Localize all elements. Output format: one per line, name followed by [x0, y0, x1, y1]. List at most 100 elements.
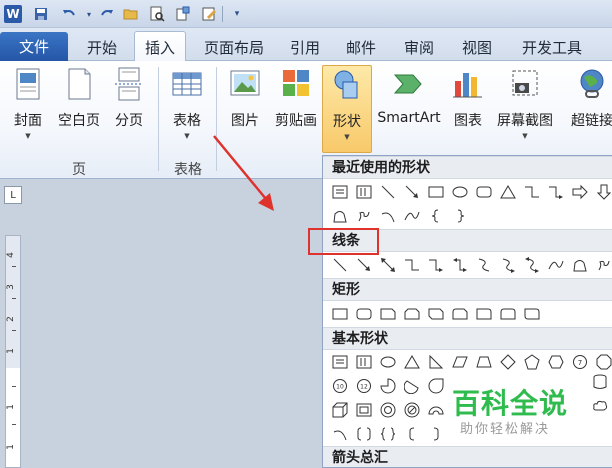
arc-shape-icon[interactable]	[328, 423, 352, 445]
line-shape-icon[interactable]	[328, 254, 352, 276]
page-break-button[interactable]: 分页	[108, 65, 150, 153]
down-arrow-shape-icon[interactable]	[592, 181, 612, 203]
vertical-textbox-shape-icon[interactable]	[352, 351, 376, 373]
customize-quick-access-icon[interactable]: ▾	[228, 5, 246, 23]
quick-access-separator	[222, 6, 223, 22]
hyperlink-button[interactable]: 超链接	[564, 65, 612, 153]
word-logo-icon[interactable]: W	[4, 5, 22, 23]
rectangle-shape-icon[interactable]	[328, 303, 352, 325]
rectangle-shape-icon[interactable]	[424, 181, 448, 203]
oval-shape-icon[interactable]	[448, 181, 472, 203]
curved-double-arrow-connector-shape-icon[interactable]	[520, 254, 544, 276]
elbow-connector-shape-icon[interactable]	[400, 254, 424, 276]
line-shape-icon[interactable]	[376, 181, 400, 203]
tab-mailings[interactable]: 邮件	[338, 33, 384, 61]
redo-icon[interactable]	[98, 5, 116, 23]
donut-shape-icon[interactable]	[376, 399, 400, 421]
table-button[interactable]: 表格 ▼	[164, 65, 210, 153]
cover-page-button[interactable]: 封面 ▼	[6, 65, 50, 153]
elbow-connector-shape-icon[interactable]	[520, 181, 544, 203]
print-preview-icon[interactable]	[148, 5, 166, 23]
vertical-textbox-shape-icon[interactable]	[352, 181, 376, 203]
diamond-shape-icon[interactable]	[496, 351, 520, 373]
heptagon-shape-icon[interactable]: 7	[568, 351, 592, 373]
hexagon-shape-icon[interactable]	[544, 351, 568, 373]
snip-same-side-corner-rectangle-shape-icon[interactable]	[400, 303, 424, 325]
double-bracket-shape-icon[interactable]	[352, 423, 376, 445]
curve-shape-icon[interactable]	[544, 254, 568, 276]
snip-round-corner-rectangle-shape-icon[interactable]	[448, 303, 472, 325]
double-brace-shape-icon[interactable]	[376, 423, 400, 445]
oval-shape-icon[interactable]	[376, 351, 400, 373]
round-single-corner-rectangle-shape-icon[interactable]	[472, 303, 496, 325]
save-icon[interactable]	[32, 5, 50, 23]
double-arrow-line-shape-icon[interactable]	[376, 254, 400, 276]
chart-button[interactable]: 图表	[448, 65, 488, 153]
shapes-button[interactable]: 形状 ▼	[322, 65, 372, 153]
left-brace-shape-icon[interactable]	[424, 205, 448, 227]
right-brace-shape-icon[interactable]	[448, 205, 472, 227]
scribble-shape-icon[interactable]	[592, 254, 612, 276]
arrow-line-shape-icon[interactable]	[352, 254, 376, 276]
right-arrow-shape-icon[interactable]	[568, 181, 592, 203]
tab-references[interactable]: 引用	[282, 33, 328, 61]
curved-connector-shape-icon[interactable]	[472, 254, 496, 276]
elbow-arrow-connector-shape-icon[interactable]	[424, 254, 448, 276]
tab-page-layout[interactable]: 页面布局	[196, 33, 272, 61]
right-triangle-shape-icon[interactable]	[424, 351, 448, 373]
freeform-shape-icon[interactable]	[568, 254, 592, 276]
picture-button[interactable]: 图片	[222, 65, 268, 153]
ruler-tick	[12, 424, 16, 425]
snip-diagonal-corner-rectangle-shape-icon[interactable]	[424, 303, 448, 325]
arc-shape-icon[interactable]	[376, 205, 400, 227]
triangle-shape-icon[interactable]	[400, 351, 424, 373]
tab-developer[interactable]: 开发工具	[512, 33, 592, 61]
tab-selector-icon[interactable]: L	[4, 186, 22, 204]
snip-single-corner-rectangle-shape-icon[interactable]	[376, 303, 400, 325]
triangle-shape-icon[interactable]	[496, 181, 520, 203]
tab-insert[interactable]: 插入	[134, 31, 186, 62]
chevron-down-icon: ▼	[184, 132, 190, 140]
tab-home[interactable]: 开始	[78, 33, 126, 61]
open-folder-icon[interactable]	[122, 5, 140, 23]
tab-review[interactable]: 审阅	[396, 33, 442, 61]
rounded-rectangle-shape-icon[interactable]	[472, 181, 496, 203]
pentagon-shape-icon[interactable]	[520, 351, 544, 373]
undo-dropdown-icon[interactable]: ▾	[80, 5, 98, 23]
octagon-shape-icon[interactable]	[592, 351, 612, 373]
hyperlink-icon	[575, 65, 609, 103]
round-same-side-corner-rectangle-shape-icon[interactable]	[496, 303, 520, 325]
cube-shape-icon[interactable]	[328, 399, 352, 421]
smartart-button[interactable]: SmartArt	[374, 65, 444, 153]
elbow-arrow-connector-shape-icon[interactable]	[544, 181, 568, 203]
clipart-button[interactable]: 剪贴画	[272, 65, 320, 153]
curve-shape-icon[interactable]	[400, 205, 424, 227]
chord-shape-icon[interactable]	[400, 375, 424, 397]
insert-icon[interactable]	[174, 5, 192, 23]
dodecagon-shape-icon[interactable]: 12	[352, 375, 376, 397]
freeform-shape-icon[interactable]	[328, 205, 352, 227]
edit-icon[interactable]	[200, 5, 218, 23]
left-bracket-shape-icon[interactable]	[400, 423, 424, 445]
parallelogram-shape-icon[interactable]	[448, 351, 472, 373]
basic-shapes-row-4	[328, 423, 448, 445]
no-symbol-shape-icon[interactable]	[400, 399, 424, 421]
textbox-shape-icon[interactable]	[328, 181, 352, 203]
bevel-shape-icon[interactable]	[352, 399, 376, 421]
curved-arrow-connector-shape-icon[interactable]	[496, 254, 520, 276]
elbow-double-arrow-connector-shape-icon[interactable]	[448, 254, 472, 276]
svg-text:7: 7	[578, 359, 582, 367]
trapezoid-shape-icon[interactable]	[472, 351, 496, 373]
screenshot-button[interactable]: 屏幕截图 ▼	[492, 65, 558, 153]
tab-view[interactable]: 视图	[454, 33, 500, 61]
scribble-shape-icon[interactable]	[352, 205, 376, 227]
blank-page-button[interactable]: 空白页	[54, 65, 104, 153]
undo-icon[interactable]	[60, 5, 78, 23]
decagon-shape-icon[interactable]: 10	[328, 375, 352, 397]
pie-shape-icon[interactable]	[376, 375, 400, 397]
tab-file[interactable]: 文件	[0, 32, 68, 61]
arrow-line-shape-icon[interactable]	[400, 181, 424, 203]
rounded-rectangle-shape-icon[interactable]	[352, 303, 376, 325]
textbox-shape-icon[interactable]	[328, 351, 352, 373]
round-diagonal-corner-rectangle-shape-icon[interactable]	[520, 303, 544, 325]
